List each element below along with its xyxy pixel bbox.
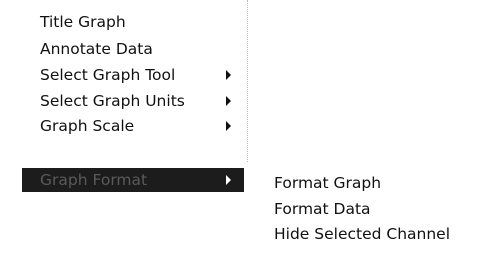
menu-item-graph-scale[interactable]: Graph Scale (22, 114, 244, 138)
chevron-right-icon (226, 121, 231, 131)
submenu-item-label: Hide Selected Channel (274, 225, 451, 243)
context-menu: Title Graph Annotate Data Select Graph T… (22, 0, 248, 200)
menu-item-title-graph[interactable]: Title Graph (22, 10, 244, 34)
menu-item-graph-format[interactable]: Graph Format (22, 168, 244, 192)
menu-item-label: Select Graph Tool (40, 66, 176, 84)
submenu-item-hide-selected-channel[interactable]: Hide Selected Channel (274, 222, 450, 246)
graph-format-submenu: Format Graph Format Data Hide Selected C… (274, 165, 474, 254)
menu-item-label: Select Graph Units (40, 92, 185, 110)
submenu-item-format-graph[interactable]: Format Graph (274, 171, 381, 195)
chevron-right-icon (226, 96, 231, 106)
menu-item-label: Annotate Data (40, 40, 153, 58)
menu-border (247, 0, 248, 162)
menu-item-label: Graph Scale (40, 117, 135, 135)
menu-item-select-graph-tool[interactable]: Select Graph Tool (22, 63, 244, 87)
menu-item-annotate-data[interactable]: Annotate Data (22, 37, 244, 61)
menu-item-label: Graph Format (40, 171, 148, 189)
submenu-item-format-data[interactable]: Format Data (274, 197, 371, 221)
chevron-right-icon (226, 175, 231, 185)
chevron-right-icon (226, 70, 231, 80)
submenu-item-label: Format Graph (274, 174, 382, 192)
menu-item-select-graph-units[interactable]: Select Graph Units (22, 89, 244, 113)
menu-item-label: Title Graph (40, 13, 126, 31)
submenu-item-label: Format Data (274, 200, 371, 218)
